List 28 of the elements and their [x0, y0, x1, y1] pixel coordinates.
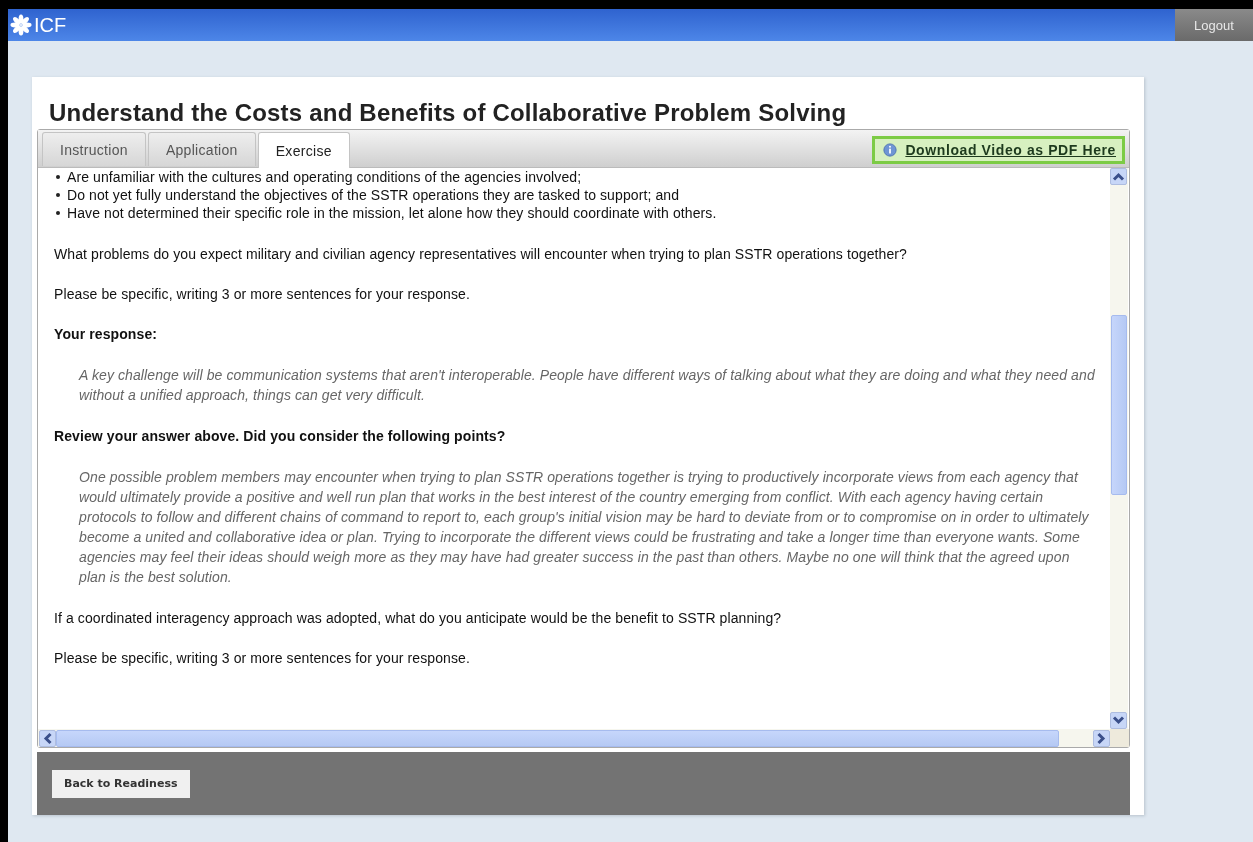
question-text: If a coordinated interagency approach was adopted, what do you anticipate would be the benefit to SSTR planning?: [54, 609, 783, 627]
question-text: Please be specific, writing 3 or more sentences for your response.: [54, 649, 471, 667]
scroll-right-icon[interactable]: [1093, 729, 1110, 747]
tab[interactable]: Instruction: [42, 132, 146, 166]
info-icon: [883, 142, 898, 157]
bullet-item: Are unfamiliar with the cultures and operating conditions of the agencies involved;: [54, 168, 1110, 186]
section-heading: Review your answer above. Did you consider the following points?: [54, 427, 507, 445]
question-text: Please be specific, writing 3 or more sentences for your response.: [54, 285, 471, 303]
scrollbar-corner: [1110, 729, 1129, 747]
answer-text: A key challenge will be communication systems that aren't interoperable. People have different ways of talking about what they are doing and what they need and without a unified approach, things can get very difficult.: [77, 366, 1096, 405]
scroll-down-icon[interactable]: [1110, 712, 1127, 729]
logo-text: ICF: [34, 13, 67, 37]
answer-text: One possible problem members may encounter when trying to plan SSTR operations together is trying to productively incorporate views from each agency that would ultimately provide a positive and well run plan that works in the best interest of the country emerging from conflict. With each agency having certain protocols to follow and different chains of command to report to, each group's initial vision may be hard to deviate from or to compromise on in order to ultimately become a united and collaborative idea or plan. Trying to incorporate the different views could be frustrating and take a longer time than everyone wants. Some agencies may feel their ideas should weigh more as they may have had greater success in the past than others. Maybe no one will think that the agreed upon plan is the best solution.: [77, 468, 1090, 587]
section-heading: Your response:: [54, 325, 159, 343]
logout-button[interactable]: Logout: [1175, 9, 1253, 41]
bullet-item: Have not determined their specific role in the mission, let alone how they should coordinate with others.: [54, 204, 1110, 222]
scroll-up-icon[interactable]: [1110, 168, 1127, 185]
bullet-item: Do not yet fully understand the objectives of the SSTR operations they are tasked to support; and: [54, 186, 1110, 204]
page-title: Understand the Costs and Benefits of Collaborative Problem Solving: [49, 98, 848, 128]
scroll-left-icon[interactable]: [39, 729, 56, 747]
back-button[interactable]: Back to Readiness: [52, 769, 190, 798]
tab[interactable]: Application: [147, 132, 256, 166]
question-text: What problems do you expect military and civilian agency representatives will encounter when trying to plan SSTR operations together?: [54, 245, 908, 263]
scroll-thumb[interactable]: [1111, 315, 1127, 495]
download-link[interactable]: Download Video as PDF Here: [905, 141, 1116, 158]
tab[interactable]: Exercise: [257, 132, 350, 168]
flower-logo-icon: [10, 14, 32, 36]
vertical-scrollbar[interactable]: [1110, 168, 1128, 729]
